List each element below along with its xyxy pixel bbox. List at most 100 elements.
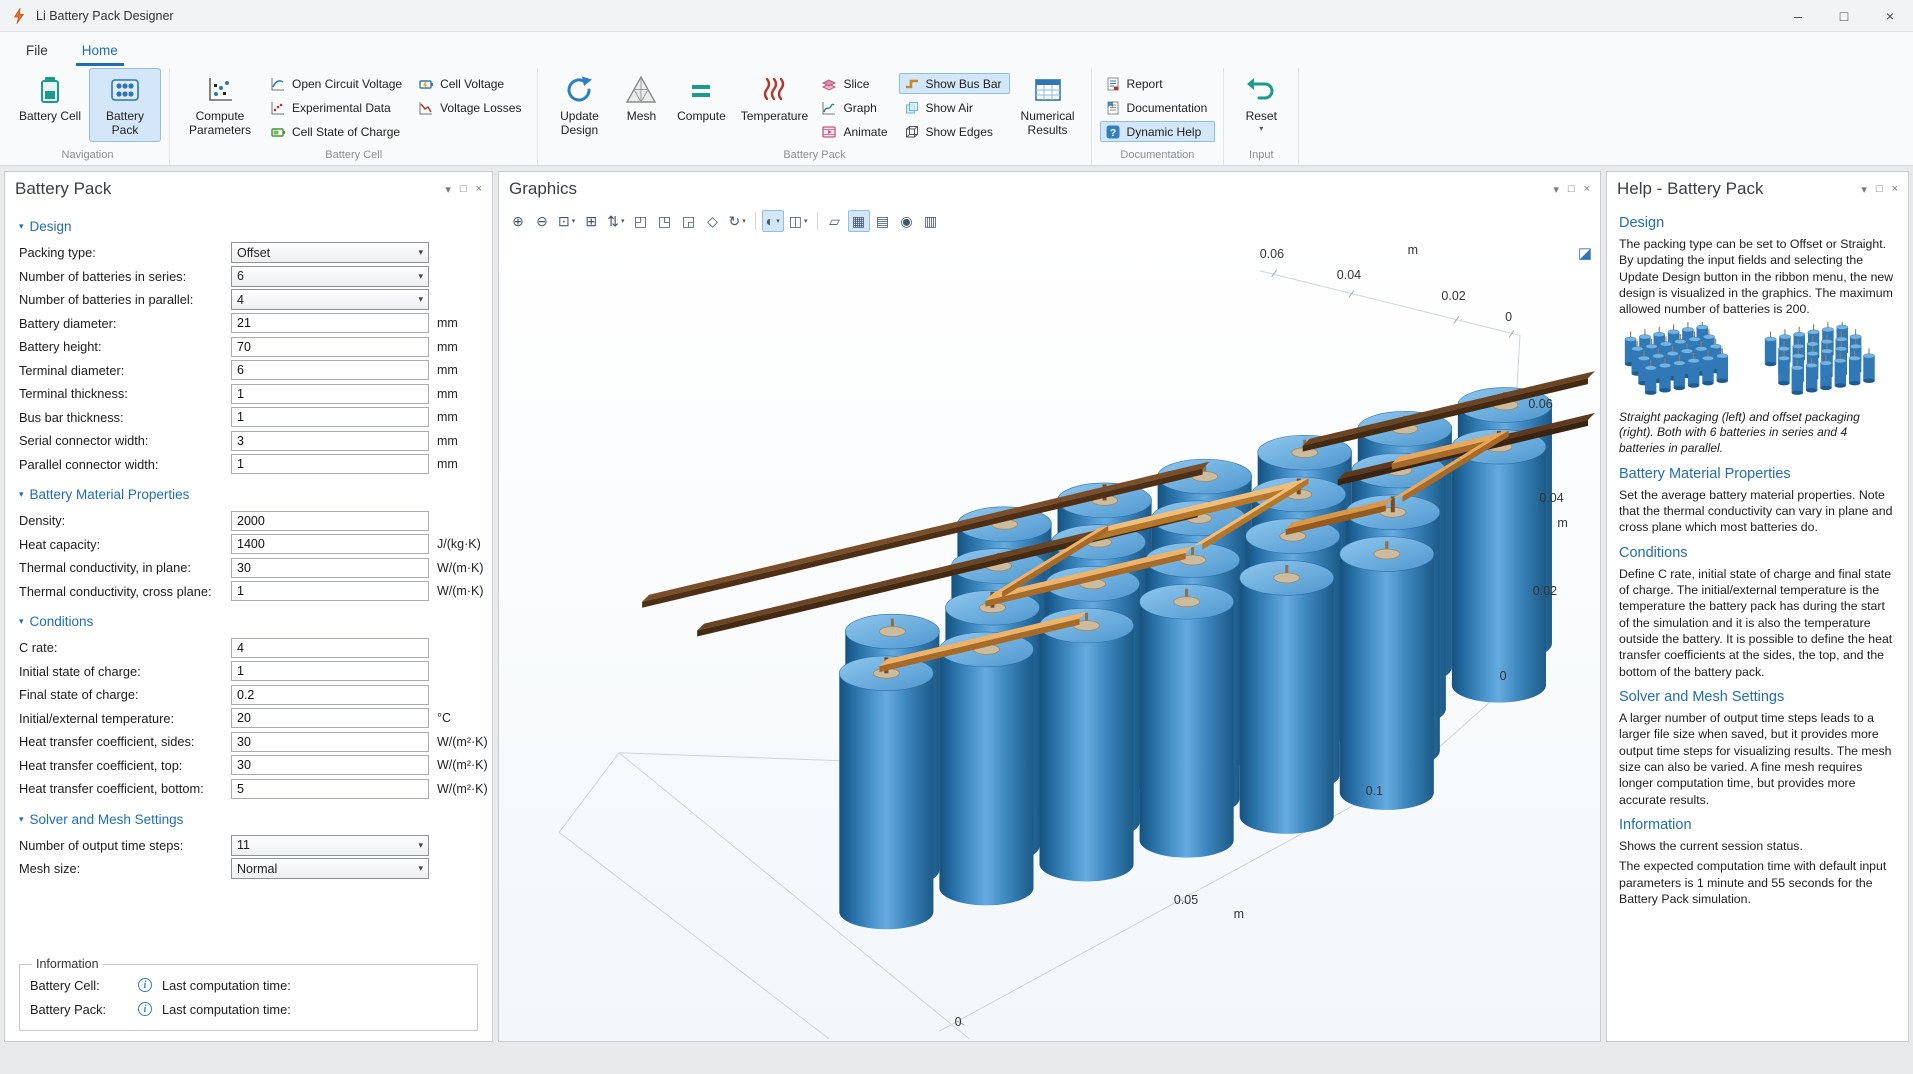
field-unit: W/(m·K)	[437, 561, 484, 575]
packing-type-select[interactable]: Offset ▾	[231, 242, 429, 263]
close-button[interactable]: ×	[1867, 0, 1913, 32]
thermal-conductivity-in-plane-input[interactable]	[231, 558, 429, 578]
batteries-parallel-select[interactable]: 4 ▾	[231, 289, 429, 310]
group-label: Input	[1232, 147, 1290, 165]
snapshot-icon: ◉	[900, 213, 912, 230]
snapshot-button[interactable]: ◉	[896, 210, 918, 232]
form-row: Thermal conductivity, cross plane: W/(m·…	[19, 580, 478, 604]
show-grid-button[interactable]: ▦	[848, 210, 870, 232]
output-time-steps-select[interactable]: 11 ▾	[231, 835, 429, 856]
show-axes-icon: ▤	[876, 213, 889, 230]
battery-pack-button[interactable]: Battery Pack	[89, 68, 161, 142]
compute-button[interactable]: Compute	[670, 68, 732, 142]
field-label: Parallel connector width:	[19, 457, 223, 472]
cell-state-of-charge-button[interactable]: Cell State of Charge	[265, 121, 410, 142]
compute-parameters-button[interactable]: Compute Parameters	[178, 68, 262, 142]
zoom-extents-button[interactable]: ⊞	[580, 210, 602, 232]
reset-camera-button[interactable]: ↻▾	[726, 210, 749, 232]
initial-soc-input[interactable]	[231, 661, 429, 681]
panel-menu-icon[interactable]: ▾	[1553, 183, 1559, 196]
terminal-diameter-input[interactable]	[231, 360, 429, 380]
bus-bar-thickness-input[interactable]	[231, 407, 429, 427]
field-label: Thermal conductivity, cross plane:	[19, 584, 223, 599]
parallel-connector-width-input[interactable]	[231, 454, 429, 474]
graphics-overlay-icon[interactable]: ◪	[1578, 244, 1592, 262]
terminal-thickness-input[interactable]	[231, 384, 429, 404]
show-bus-bar-toggle[interactable]: Show Bus Bar	[899, 73, 1010, 94]
section-conditions[interactable]: ▾ Conditions	[19, 614, 478, 629]
field-unit: mm	[437, 340, 478, 354]
zoom-in-button[interactable]: ⊕	[507, 210, 529, 232]
maximize-button[interactable]: □	[1821, 0, 1867, 32]
mesh-button[interactable]: Mesh	[615, 68, 667, 142]
graph-button[interactable]: Graph	[816, 97, 895, 118]
update-design-button[interactable]: Update Design	[546, 68, 612, 142]
batteries-series-select[interactable]: 6 ▾	[231, 266, 429, 287]
temperature-button[interactable]: Temperature	[735, 68, 813, 142]
voltage-losses-button[interactable]: Voltage Losses	[413, 97, 529, 118]
close-panel-icon[interactable]: ×	[476, 183, 482, 195]
go-to-default-3d-view-button[interactable]: ◇	[702, 210, 724, 232]
info-icon[interactable]: i	[138, 978, 152, 992]
show-edges-toggle[interactable]: Show Edges	[899, 121, 1010, 142]
zoom-box-button[interactable]: ⊡▾	[555, 210, 578, 232]
button-label: Mesh	[627, 109, 656, 123]
open-circuit-voltage-button[interactable]: Open Circuit Voltage	[265, 73, 410, 94]
thermal-conductivity-cross-plane-input[interactable]	[231, 581, 429, 601]
help-text: Shows the current session status.	[1619, 838, 1896, 854]
numerical-results-button[interactable]: Numerical Results	[1013, 68, 1083, 142]
button-label: Graph	[843, 101, 876, 115]
documentation-button[interactable]: Documentation	[1100, 97, 1216, 118]
section-solver-mesh-settings[interactable]: ▾ Solver and Mesh Settings	[19, 812, 478, 827]
help-panel-header: Help - Battery Pack ▾ □ ×	[1607, 172, 1908, 206]
go-to-xy-view-button[interactable]: ◰	[630, 210, 652, 232]
battery-cell-button[interactable]: Battery Cell	[14, 68, 86, 142]
report-button[interactable]: Report	[1100, 73, 1216, 94]
htc-bottom-input[interactable]	[231, 779, 429, 799]
heat-capacity-input[interactable]	[231, 534, 429, 554]
go-to-zx-view-button[interactable]: ◲	[678, 210, 700, 232]
zoom-out-icon: ⊖	[536, 213, 548, 230]
graphics-panel-header: Graphics ▾ □ ×	[499, 172, 1600, 206]
experimental-data-button[interactable]: Experimental Data	[265, 97, 410, 118]
float-panel-icon[interactable]: □	[1876, 183, 1883, 195]
view-orientation-button[interactable]: ⇅▾	[604, 210, 627, 232]
htc-sides-input[interactable]	[231, 732, 429, 752]
animate-button[interactable]: Animate	[816, 121, 895, 142]
battery-height-input[interactable]	[231, 337, 429, 357]
serial-connector-width-input[interactable]	[231, 431, 429, 451]
ribbon-group-battery-cell: Compute Parameters Open Circuit Voltage …	[170, 68, 538, 165]
menu-home[interactable]: Home	[76, 37, 124, 66]
float-panel-icon[interactable]: □	[460, 183, 467, 195]
initial-temperature-input[interactable]	[231, 708, 429, 728]
section-battery-material-properties[interactable]: ▾ Battery Material Properties	[19, 487, 478, 502]
section-design[interactable]: ▾ Design	[19, 219, 478, 234]
final-soc-input[interactable]	[231, 685, 429, 705]
info-icon[interactable]: i	[138, 1002, 152, 1016]
graphics-3d-view[interactable]: 0.06 0.04 0.02 0 m 0.06 0.04 0.02 0 m 0.…	[499, 236, 1600, 1041]
float-panel-icon[interactable]: □	[1568, 183, 1575, 195]
dynamic-help-toggle[interactable]: ? Dynamic Help	[1100, 121, 1216, 142]
window-layout-button[interactable]: ◫▾	[786, 210, 811, 232]
slice-button[interactable]: Slice	[816, 73, 895, 94]
mesh-size-select[interactable]: Normal ▾	[231, 858, 429, 879]
close-panel-icon[interactable]: ×	[1584, 183, 1590, 195]
print-button[interactable]: ▥	[920, 210, 942, 232]
scene-light-button[interactable]: ◐▾	[762, 210, 784, 232]
show-axes-button[interactable]: ▤	[872, 210, 894, 232]
minimize-button[interactable]: –	[1775, 0, 1821, 32]
reset-button[interactable]: Reset ▾	[1232, 68, 1290, 142]
go-to-yz-view-button[interactable]: ◳	[654, 210, 676, 232]
menu-file[interactable]: File	[20, 37, 54, 66]
htc-top-input[interactable]	[231, 755, 429, 775]
close-panel-icon[interactable]: ×	[1892, 183, 1898, 195]
density-input[interactable]	[231, 511, 429, 531]
cell-voltage-button[interactable]: Cell Voltage	[413, 73, 529, 94]
transparency-button[interactable]: ▱	[824, 210, 846, 232]
c-rate-input[interactable]	[231, 638, 429, 658]
zoom-out-button[interactable]: ⊖	[531, 210, 553, 232]
show-air-toggle[interactable]: Show Air	[899, 97, 1010, 118]
panel-menu-icon[interactable]: ▾	[1861, 183, 1867, 196]
panel-menu-icon[interactable]: ▾	[445, 183, 451, 196]
battery-diameter-input[interactable]	[231, 313, 429, 333]
